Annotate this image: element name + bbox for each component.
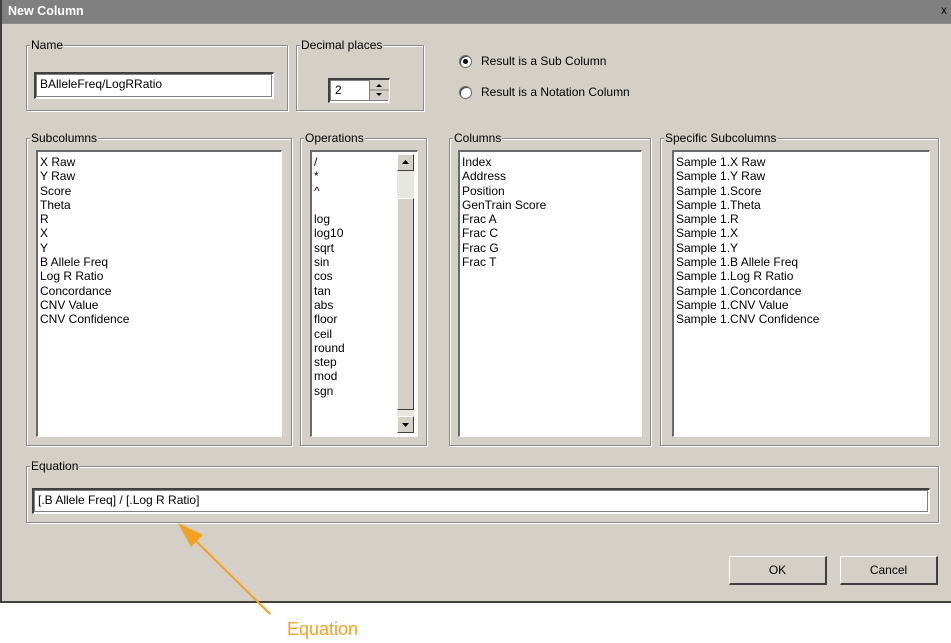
annotation-label: Equation: [287, 619, 359, 639]
annotation-arrow-icon: [178, 523, 271, 615]
